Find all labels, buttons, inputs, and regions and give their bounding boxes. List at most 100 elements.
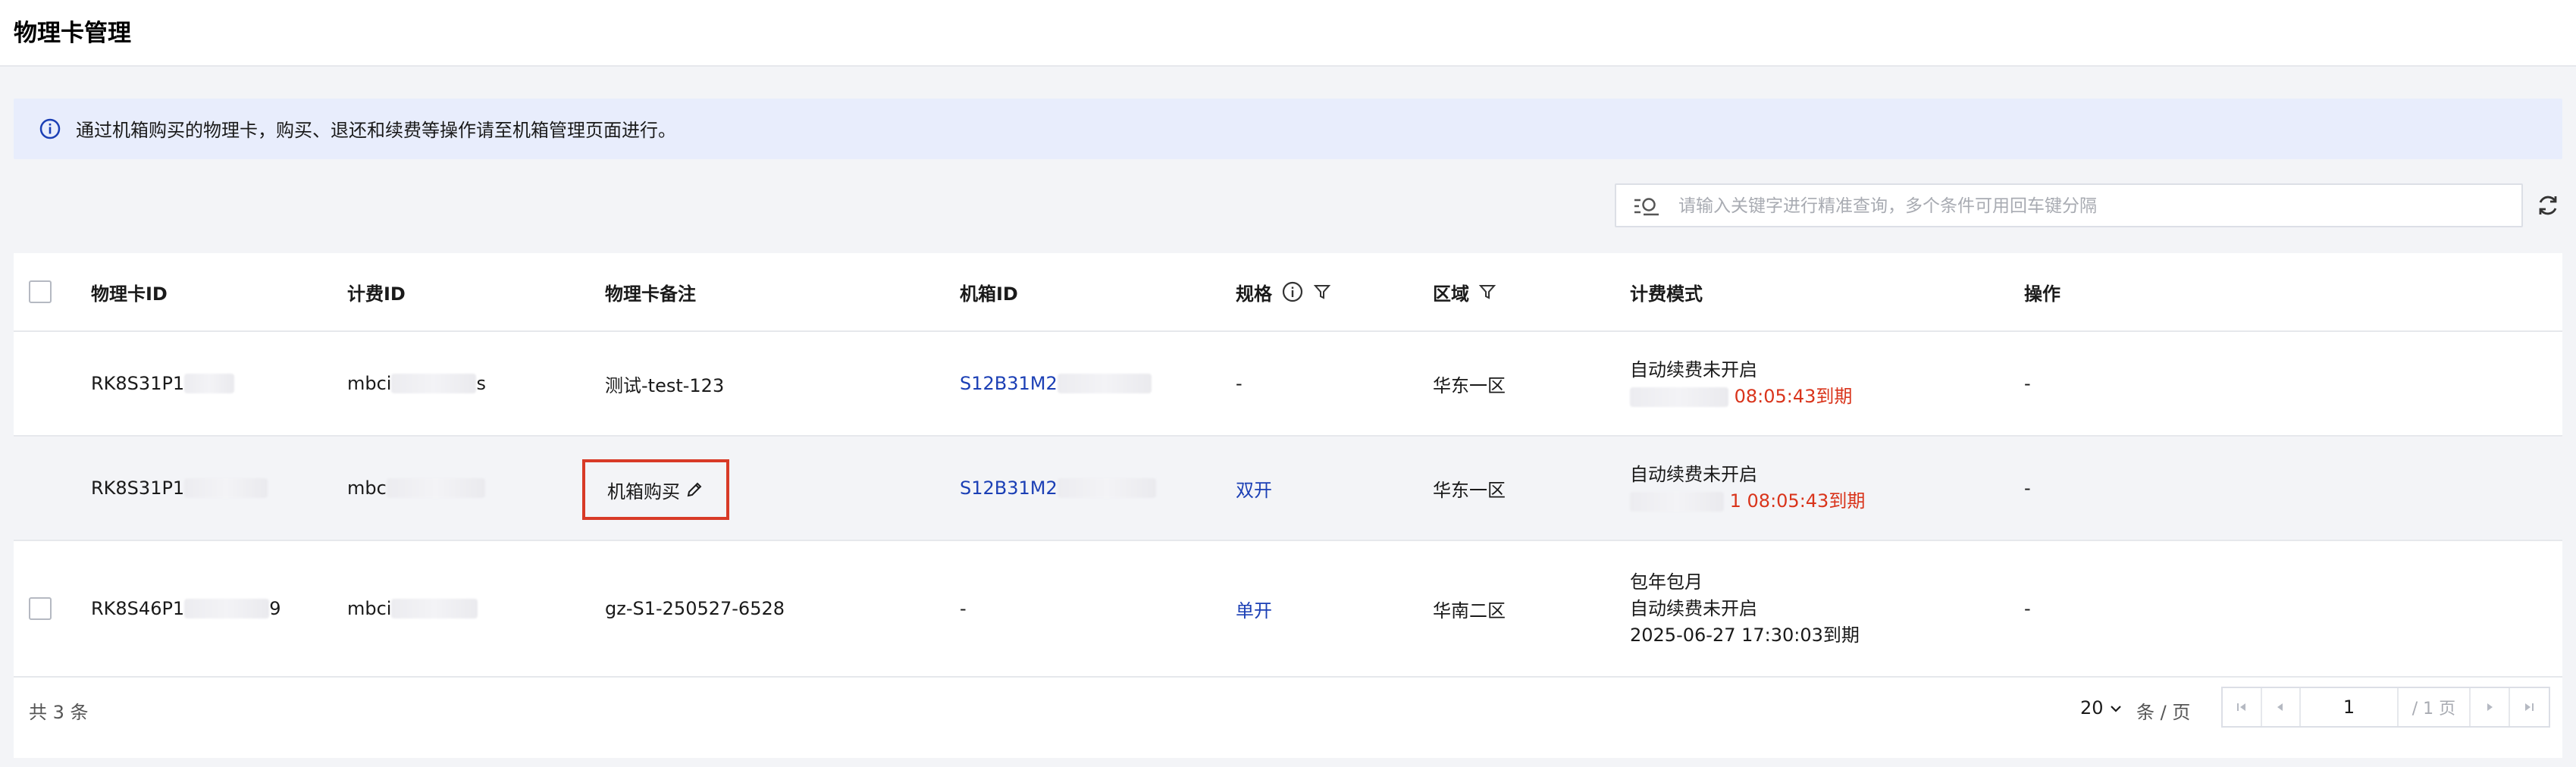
card-id-cell: RK8S46P1 9 bbox=[91, 541, 280, 676]
pencil-icon[interactable] bbox=[685, 480, 704, 499]
card-id: RK8S31P1 bbox=[91, 477, 185, 499]
action: - bbox=[2024, 373, 2031, 394]
chassis-id-cell[interactable]: S12B31M2 bbox=[960, 332, 1152, 435]
select-all-checkbox[interactable] bbox=[29, 280, 52, 303]
chassis-id-cell[interactable]: S12B31M2 bbox=[960, 437, 1156, 540]
redacted-text bbox=[391, 374, 477, 393]
expiry-time: 1 08:05:43到期 bbox=[1729, 490, 1866, 512]
card-id: RK8S31P1 bbox=[91, 373, 185, 394]
redacted-text bbox=[184, 599, 270, 618]
col-billing-id: 计费ID bbox=[347, 283, 406, 305]
billing-mode-cell: 包年包月 自动续费未开启 2025-06-27 17:30:03到期 bbox=[1630, 541, 1860, 676]
col-spec: 规格 bbox=[1236, 253, 1331, 330]
col-remark: 物理卡备注 bbox=[605, 283, 696, 305]
chevron-down-icon bbox=[2111, 706, 2121, 712]
expiry-time: 08:05:43到期 bbox=[1734, 386, 1853, 407]
billing-id-cell: mbci bbox=[347, 541, 478, 676]
billing-mode-cell: 自动续费未开启 1 08:05:43到期 bbox=[1630, 437, 1865, 540]
last-page-button[interactable] bbox=[2510, 688, 2549, 726]
col-region: 区域 bbox=[1433, 253, 1496, 330]
page-size-select[interactable]: 20 bbox=[2080, 697, 2123, 718]
table-row: RK8S31P1 mbc 机箱购买 S12B31M2 双开 华东一区 自动续费未… bbox=[14, 437, 2562, 541]
card-id-cell: RK8S31P1 bbox=[91, 437, 268, 540]
region: 华东一区 bbox=[1433, 374, 1506, 396]
spec-link[interactable]: 单开 bbox=[1236, 541, 1272, 676]
prev-page-icon bbox=[2277, 703, 2283, 711]
refresh-icon[interactable] bbox=[2535, 193, 2561, 218]
billing-id-cell: mbci s bbox=[347, 332, 486, 435]
redacted-text bbox=[1057, 374, 1152, 393]
page-size-value: 20 bbox=[2080, 697, 2104, 718]
info-notice: 通过机箱购买的物理卡，购买、退还和续费等操作请至机箱管理页面进行。 bbox=[14, 99, 2562, 159]
last-page-icon bbox=[2525, 703, 2534, 711]
col-region-label: 区域 bbox=[1433, 283, 1469, 305]
chassis-id: - bbox=[960, 598, 967, 619]
page-size-unit: 条 / 页 bbox=[2136, 702, 2191, 723]
billing-mode-cell: 自动续费未开启 08:05:43到期 bbox=[1630, 332, 1852, 435]
redacted-text bbox=[386, 478, 485, 498]
remark-edit-field[interactable]: 机箱购买 bbox=[582, 459, 729, 520]
region-filter-icon[interactable] bbox=[1478, 283, 1496, 301]
remark: 测试-test-123 bbox=[605, 374, 725, 396]
row-checkbox[interactable] bbox=[29, 597, 52, 620]
billing-id-cell: mbc bbox=[347, 437, 485, 540]
auto-renew-status: 自动续费未开启 bbox=[1630, 359, 1757, 380]
spec-info-icon[interactable] bbox=[1281, 280, 1304, 303]
expiry-line: 08:05:43到期 bbox=[1630, 384, 1852, 410]
remark: 机箱购买 bbox=[607, 481, 680, 502]
col-chassis-id: 机箱ID bbox=[960, 283, 1018, 305]
spec: - bbox=[1236, 373, 1243, 394]
prev-page-button[interactable] bbox=[2262, 688, 2302, 726]
top-bar: 物理卡管理 bbox=[0, 0, 2576, 67]
card-id-suffix: 9 bbox=[269, 598, 281, 619]
spec-link[interactable]: 双开 bbox=[1236, 437, 1272, 540]
info-icon bbox=[39, 118, 61, 139]
col-billing-mode: 计费模式 bbox=[1630, 283, 1703, 305]
action: - bbox=[2024, 598, 2031, 619]
col-card-id: 物理卡ID bbox=[91, 283, 168, 305]
search-input[interactable] bbox=[1678, 193, 2512, 220]
redacted-text bbox=[1630, 492, 1724, 512]
pager: 1 / 1 页 bbox=[2221, 687, 2550, 728]
card-id: RK8S46P1 bbox=[91, 598, 185, 619]
total-count: 共 3 条 bbox=[29, 702, 89, 723]
notice-text: 通过机箱购买的物理卡，购买、退还和续费等操作请至机箱管理页面进行。 bbox=[76, 120, 676, 141]
expiry-line: 1 08:05:43到期 bbox=[1630, 488, 1865, 515]
col-action: 操作 bbox=[2024, 283, 2060, 305]
region: 华南二区 bbox=[1433, 600, 1506, 621]
auto-renew-status: 自动续费未开启 bbox=[1630, 464, 1757, 485]
search-icon bbox=[1634, 198, 1659, 216]
next-page-button[interactable] bbox=[2471, 688, 2510, 726]
billing-type: 包年包月 bbox=[1630, 571, 1703, 593]
region: 华东一区 bbox=[1433, 479, 1506, 501]
first-page-icon bbox=[2236, 703, 2245, 711]
billing-id: mbc bbox=[347, 477, 387, 499]
total-pages: / 1 页 bbox=[2399, 688, 2471, 726]
card-id-cell: RK8S31P1 bbox=[91, 332, 235, 435]
billing-id: mbci bbox=[347, 598, 392, 619]
expiry-time: 2025-06-27 17:30:03到期 bbox=[1630, 624, 1860, 646]
billing-id: mbci bbox=[347, 373, 392, 394]
redacted-text bbox=[184, 478, 268, 498]
redacted-text bbox=[1057, 478, 1156, 498]
table-header: 物理卡ID 计费ID 物理卡备注 机箱ID 规格 区域 计费模式 操作 bbox=[14, 253, 2562, 332]
remark: gz-S1-250527-6528 bbox=[605, 598, 785, 619]
first-page-button[interactable] bbox=[2223, 688, 2262, 726]
action: - bbox=[2024, 477, 2031, 499]
spec-filter-icon[interactable] bbox=[1313, 283, 1331, 301]
col-spec-label: 规格 bbox=[1236, 283, 1272, 305]
redacted-text bbox=[184, 374, 235, 393]
auto-renew-status: 自动续费未开启 bbox=[1630, 597, 1757, 619]
table-row: RK8S46P1 9 mbci gz-S1-250527-6528 - 单开 华… bbox=[14, 541, 2562, 678]
table-row: RK8S31P1 mbci s 测试-test-123 S12B31M2 - 华… bbox=[14, 332, 2562, 437]
redacted-text bbox=[391, 599, 478, 618]
search-box[interactable] bbox=[1615, 183, 2523, 227]
page-title: 物理卡管理 bbox=[14, 20, 131, 47]
chassis-id-link[interactable]: S12B31M2 bbox=[960, 373, 1058, 394]
billing-id-suffix: s bbox=[476, 373, 486, 394]
page-number-input[interactable]: 1 bbox=[2301, 688, 2399, 726]
next-page-icon bbox=[2487, 703, 2493, 711]
chassis-id-link[interactable]: S12B31M2 bbox=[960, 477, 1058, 499]
card-table: 物理卡ID 计费ID 物理卡备注 机箱ID 规格 区域 计费模式 操作 RK8S bbox=[14, 253, 2562, 758]
redacted-text bbox=[1630, 387, 1728, 407]
